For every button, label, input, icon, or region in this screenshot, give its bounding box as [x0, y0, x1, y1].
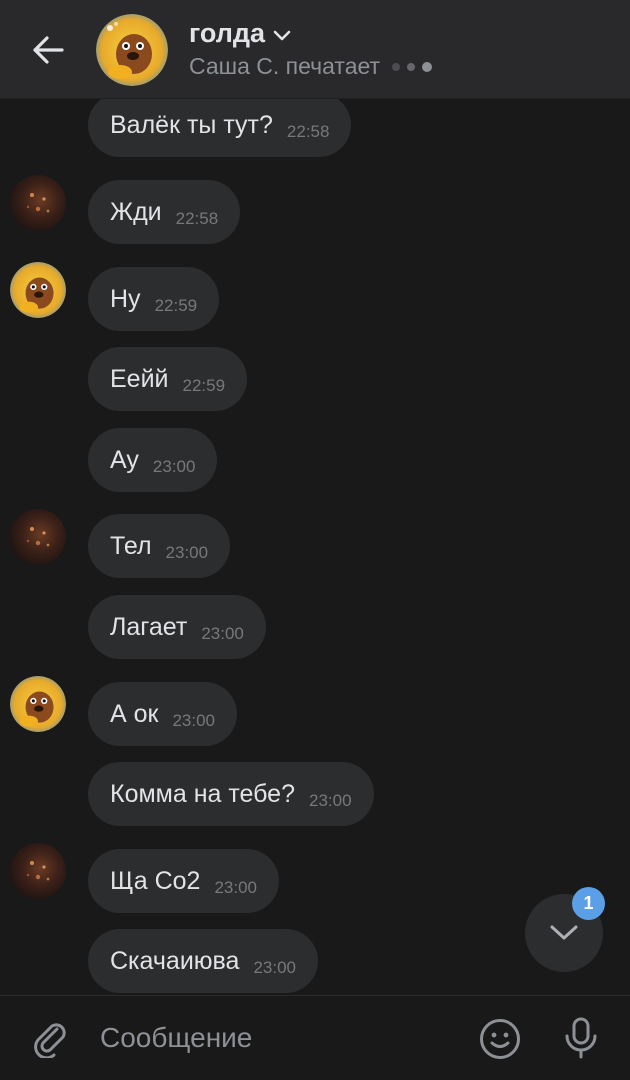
- sender-avatar[interactable]: [10, 509, 66, 565]
- message-composer: [0, 995, 630, 1080]
- message-bubble[interactable]: Тел 23:00: [88, 514, 231, 578]
- typing-status-text: Саша С. печатает: [189, 53, 381, 79]
- message-bubble[interactable]: А ок 23:00: [88, 682, 238, 746]
- message-bubble[interactable]: Еейй 22:59: [88, 347, 248, 411]
- message-bubble[interactable]: Ну 22:59: [88, 267, 220, 331]
- message-bubble[interactable]: Ау 23:00: [88, 428, 218, 492]
- paperclip-icon: [34, 1023, 66, 1058]
- message-bubble[interactable]: Комма на тебе? 23:00: [88, 762, 374, 826]
- message-time: 22:59: [154, 296, 198, 315]
- message-time: 22:58: [175, 209, 219, 228]
- attach-button[interactable]: [28, 1016, 72, 1060]
- back-button[interactable]: [24, 26, 72, 74]
- chat-avatar[interactable]: [96, 14, 168, 86]
- message-bubble[interactable]: Лагает 23:00: [88, 595, 266, 659]
- smiley-icon: [480, 1019, 520, 1059]
- message-text: Ща Со2: [110, 866, 201, 895]
- sender-avatar[interactable]: [10, 175, 66, 231]
- sender-avatar[interactable]: [10, 262, 66, 318]
- message-text: А ок: [110, 699, 159, 728]
- message-time: 23:00: [165, 543, 209, 562]
- message-time: 23:00: [253, 958, 296, 977]
- message-text: Жди: [110, 197, 162, 226]
- message-time: 22:58: [286, 122, 330, 141]
- message-time: 23:00: [172, 711, 216, 730]
- chat-header: голда Саша С. печатает: [0, 0, 630, 99]
- message-bubble[interactable]: Скачаиюва 23:00: [88, 929, 318, 993]
- message-time: 22:59: [182, 376, 226, 395]
- chat-status: Саша С. печатает: [189, 53, 433, 80]
- chevron-down-icon: [550, 925, 578, 940]
- sender-avatar[interactable]: [10, 676, 66, 732]
- message-text: Комма на тебе?: [110, 779, 295, 808]
- microphone-icon: [565, 1017, 597, 1059]
- message-text: Валёк ты тут?: [110, 110, 273, 139]
- message-list[interactable]: Валёк ты тут? 22:58 Жди 22:58 Ну 22:59 Е…: [0, 99, 630, 995]
- message-time: 23:00: [201, 624, 244, 643]
- message-time: 23:00: [214, 878, 257, 897]
- message-text: Ау: [110, 445, 139, 474]
- message-time: 23:00: [309, 791, 352, 810]
- arrow-left-icon: [33, 36, 64, 64]
- message-bubble[interactable]: Жди 22:58: [88, 180, 241, 244]
- message-input[interactable]: [100, 1016, 450, 1060]
- emoji-button[interactable]: [478, 1017, 522, 1061]
- message-text: Ну: [110, 284, 141, 313]
- message-text: Еейй: [110, 364, 169, 393]
- chat-title-button[interactable]: голда: [189, 18, 291, 49]
- message-time: 23:00: [152, 457, 196, 476]
- message-text: Скачаиюва: [110, 946, 240, 975]
- message-text: Тел: [110, 531, 152, 560]
- microphone-button[interactable]: [559, 1015, 603, 1061]
- chat-title: голда: [189, 18, 266, 48]
- typing-dots-icon: [392, 61, 433, 72]
- sender-avatar[interactable]: [10, 843, 66, 899]
- message-bubble[interactable]: Валёк ты тут? 22:58: [88, 99, 352, 157]
- chevron-down-icon: [273, 30, 291, 40]
- unread-count-badge: 1: [572, 887, 605, 920]
- message-bubble[interactable]: Ща Со2 23:00: [88, 849, 279, 913]
- message-text: Лагает: [110, 612, 188, 641]
